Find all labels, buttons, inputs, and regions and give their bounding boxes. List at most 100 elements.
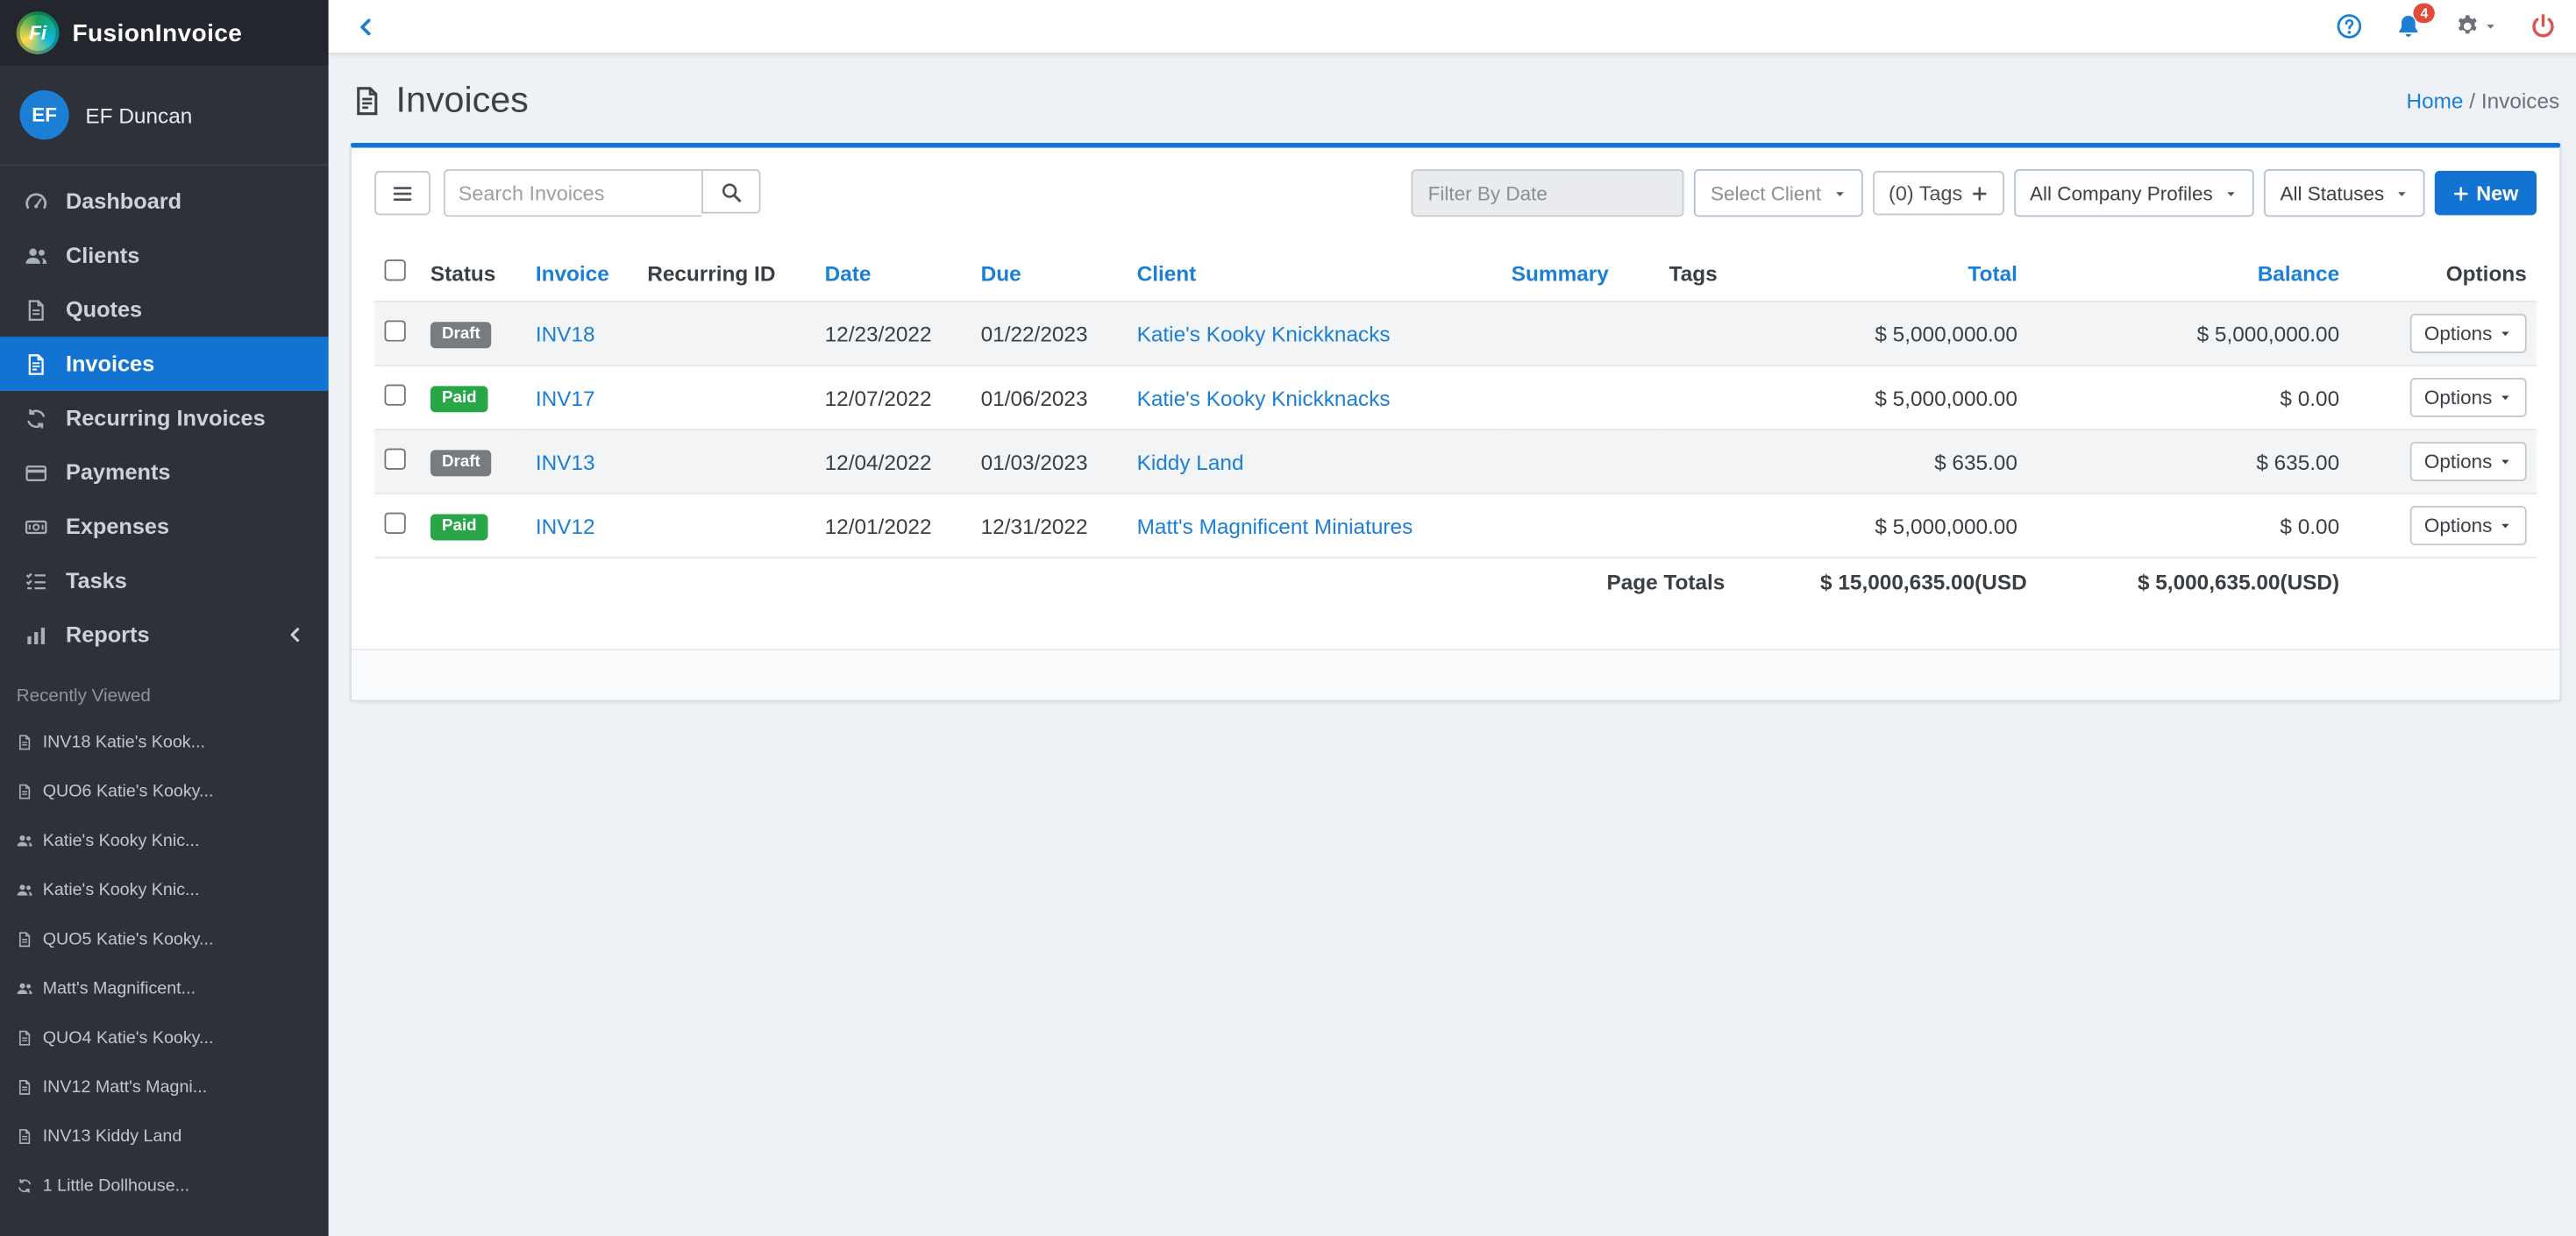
options-button[interactable]: Options xyxy=(2409,442,2527,481)
users-icon xyxy=(17,882,33,899)
select-all-checkbox[interactable] xyxy=(384,259,405,281)
notifications-button[interactable]: 4 xyxy=(2395,13,2422,39)
invoice-link[interactable]: INV12 xyxy=(536,514,595,538)
plus-icon xyxy=(1971,185,1988,202)
cell-due: 01/22/2023 xyxy=(971,302,1127,366)
sidebar-item-expenses[interactable]: Expenses xyxy=(0,500,329,554)
brand-name: FusionInvoice xyxy=(72,19,242,47)
cell-date: 12/07/2022 xyxy=(815,366,971,430)
chevron-down-icon xyxy=(2499,327,2512,340)
filter-by-date-input[interactable] xyxy=(1412,169,1684,217)
select-client-dropdown[interactable]: Select Client xyxy=(1694,169,1862,217)
row-checkbox[interactable] xyxy=(384,449,405,470)
app-window: Fi FusionInvoice EF EF Duncan Dashboard … xyxy=(0,0,2576,1236)
recent-item[interactable]: QUO6 Katie's Kooky... xyxy=(0,767,329,816)
client-link[interactable]: Katie's Kooky Knickknacks xyxy=(1137,385,1391,409)
invoice-link[interactable]: INV18 xyxy=(536,321,595,345)
settings-button[interactable] xyxy=(2454,13,2497,39)
main-area: 4 Invoices Home / Invoices xyxy=(329,0,2576,1236)
sidebar-item-reports[interactable]: Reports xyxy=(0,607,329,662)
col-header-date[interactable]: Date xyxy=(815,245,971,302)
recent-item[interactable]: Katie's Kooky Knic... xyxy=(0,865,329,914)
recent-item[interactable]: INV12 Matt's Magni... xyxy=(0,1062,329,1112)
sidebar-item-clients[interactable]: Clients xyxy=(0,228,329,282)
invoice-link[interactable]: INV17 xyxy=(536,385,595,409)
client-link[interactable]: Matt's Magnificent Miniatures xyxy=(1137,514,1413,538)
invoice-link[interactable]: INV13 xyxy=(536,449,595,473)
cell-date: 12/23/2022 xyxy=(815,302,971,366)
options-button[interactable]: Options xyxy=(2409,314,2527,353)
col-header-summary[interactable]: Summary xyxy=(1502,245,1660,302)
sidebar-item-label: Payments xyxy=(66,460,171,485)
invoices-table: Status Invoice Recurring ID Date Due Cli… xyxy=(374,245,2537,606)
client-link[interactable]: Kiddy Land xyxy=(1137,449,1244,473)
sidebar-item-label: Recurring Invoices xyxy=(66,406,266,430)
tags-button[interactable]: (0) Tags xyxy=(1872,171,2003,216)
brand-header: Fi FusionInvoice xyxy=(0,0,329,66)
recent-item[interactable]: Matt's Magnificent... xyxy=(0,964,329,1013)
sidebar-item-quotes[interactable]: Quotes xyxy=(0,282,329,337)
invoice-row: Draft INV13 12/04/2022 01/03/2023 Kiddy … xyxy=(374,430,2537,494)
col-header-client[interactable]: Client xyxy=(1127,245,1501,302)
recent-item-label: INV12 Matt's Magni... xyxy=(43,1077,207,1097)
money-icon xyxy=(25,515,47,537)
new-invoice-button[interactable]: New xyxy=(2435,171,2537,216)
sidebar-item-invoices[interactable]: Invoices xyxy=(0,337,329,391)
breadcrumb-home-link[interactable]: Home xyxy=(2406,88,2463,112)
row-checkbox[interactable] xyxy=(384,513,405,534)
avatar[interactable]: EF xyxy=(19,90,68,139)
sidebar-item-label: Reports xyxy=(66,622,150,647)
cell-summary xyxy=(1502,302,1660,366)
logout-button[interactable] xyxy=(2530,13,2556,39)
client-link[interactable]: Katie's Kooky Knickknacks xyxy=(1137,321,1391,345)
sidebar-item-dashboard[interactable]: Dashboard xyxy=(0,174,329,229)
gear-icon xyxy=(2454,13,2480,39)
search-input[interactable] xyxy=(444,169,701,217)
help-button[interactable] xyxy=(2336,13,2362,39)
sidebar-item-payments[interactable]: Payments xyxy=(0,445,329,500)
company-profiles-dropdown[interactable]: All Company Profiles xyxy=(2013,169,2253,217)
recent-item-label: QUO4 Katie's Kooky... xyxy=(43,1028,214,1048)
invoice-icon xyxy=(25,352,47,375)
col-header-balance[interactable]: Balance xyxy=(2027,245,2349,302)
invoices-toolbar: Select Client (0) Tags All Company Profi… xyxy=(374,169,2537,217)
search-button[interactable] xyxy=(701,169,760,214)
recent-item[interactable]: QUO5 Katie's Kooky... xyxy=(0,915,329,964)
recent-item[interactable]: 1 Little Dollhouse... xyxy=(0,1161,329,1211)
row-checkbox[interactable] xyxy=(384,320,405,341)
page-title: Invoices xyxy=(352,79,529,122)
statuses-dropdown[interactable]: All Statuses xyxy=(2264,169,2425,217)
recent-item[interactable]: INV13 Kiddy Land xyxy=(0,1112,329,1161)
sidebar-item-label: Invoices xyxy=(66,352,154,376)
collapse-sidebar-icon[interactable] xyxy=(355,16,376,37)
options-button[interactable]: Options xyxy=(2409,506,2527,545)
card-footer xyxy=(352,649,2559,700)
page-totals-total: $ 15,000,635.00(USD) xyxy=(1811,558,2027,606)
recent-item-label: INV18 Katie's Kook... xyxy=(43,733,205,752)
options-label: Options xyxy=(2424,322,2492,345)
col-header-due[interactable]: Due xyxy=(971,245,1127,302)
list-menu-button[interactable] xyxy=(374,171,431,216)
help-icon xyxy=(2336,13,2362,39)
cell-summary xyxy=(1502,494,1660,558)
col-header-total[interactable]: Total xyxy=(1811,245,2027,302)
sidebar-item-recurring-invoices[interactable]: Recurring Invoices xyxy=(0,391,329,445)
breadcrumb-separator: / xyxy=(2469,88,2475,112)
row-checkbox[interactable] xyxy=(384,384,405,405)
user-panel: EF EF Duncan xyxy=(0,66,329,166)
cell-date: 12/04/2022 xyxy=(815,430,971,494)
document-icon xyxy=(25,298,47,321)
cell-total: $ 5,000,000.00 xyxy=(1811,494,2027,558)
recent-item-label: QUO5 Katie's Kooky... xyxy=(43,930,214,949)
sidebar-item-label: Dashboard xyxy=(66,188,181,213)
recent-item[interactable]: INV18 Katie's Kook... xyxy=(0,718,329,767)
recent-item[interactable]: QUO4 Katie's Kooky... xyxy=(0,1013,329,1062)
cell-date: 12/01/2022 xyxy=(815,494,971,558)
options-button[interactable]: Options xyxy=(2409,378,2527,417)
status-badge: Paid xyxy=(431,514,488,540)
sidebar-item-tasks[interactable]: Tasks xyxy=(0,553,329,607)
sidebar-item-label: Expenses xyxy=(66,514,169,538)
recent-item[interactable]: Katie's Kooky Knic... xyxy=(0,816,329,865)
cell-balance: $ 0.00 xyxy=(2027,366,2349,430)
col-header-invoice[interactable]: Invoice xyxy=(526,245,637,302)
